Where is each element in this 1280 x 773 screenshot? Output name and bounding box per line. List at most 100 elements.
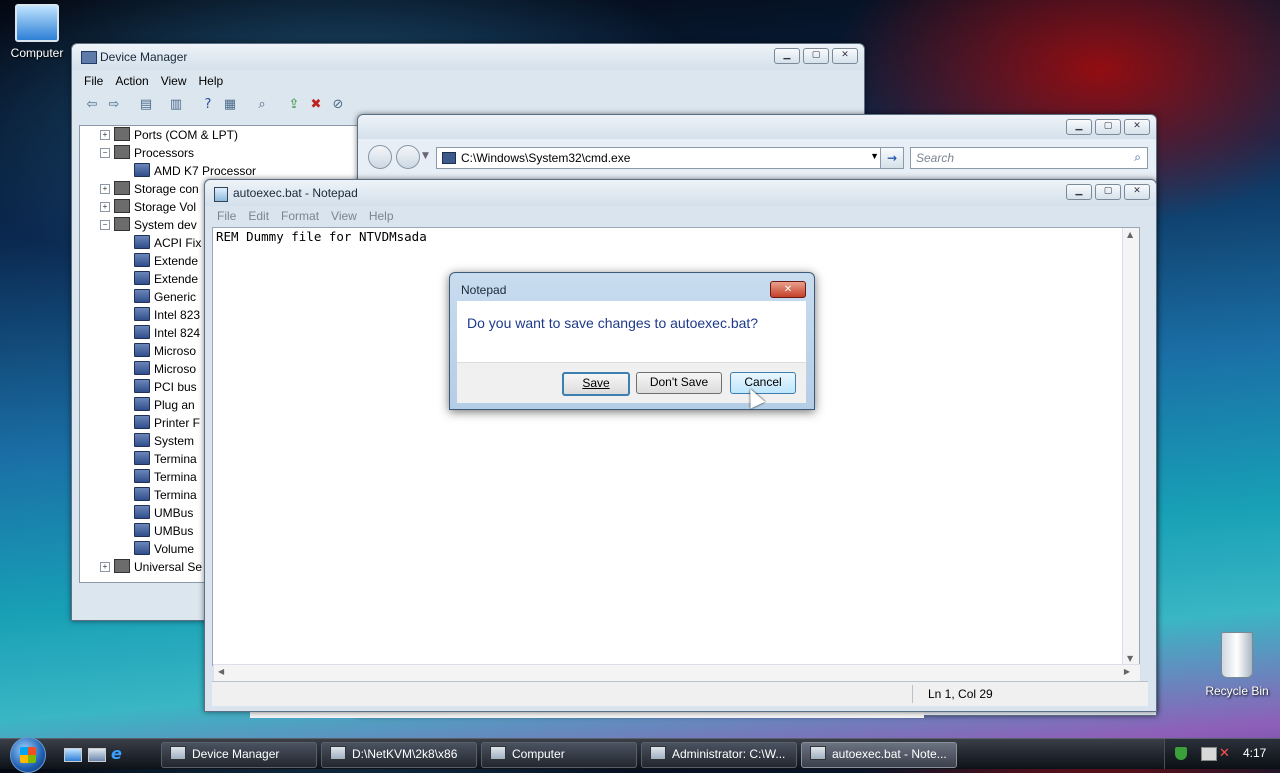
maximize-button[interactable]: ▢ [1095,184,1121,200]
scroll-right-icon[interactable]: ▶ [1124,667,1130,676]
close-button[interactable]: ✕ [1124,119,1150,135]
scroll-down-icon[interactable]: ▼ [1127,654,1133,663]
tree-device[interactable]: UMBus [134,522,193,540]
expand-icon[interactable]: + [100,184,110,194]
vertical-scrollbar[interactable]: ▲ ▼ [1122,228,1139,665]
menu-view[interactable]: View [161,74,187,88]
security-shield-icon[interactable] [1175,747,1187,760]
device-icon [134,361,150,375]
tree-category[interactable]: − Processors [100,144,194,162]
go-button[interactable]: → [880,147,904,169]
address-dropdown-icon[interactable]: ▼ [870,151,879,161]
close-button[interactable]: ✕ [1124,184,1150,200]
menu-help[interactable]: Help [199,74,224,88]
menu-action[interactable]: Action [115,74,148,88]
show-desktop-icon[interactable] [64,748,82,762]
computer-icon [15,4,59,42]
dont-save-button[interactable]: Don't Save [636,372,722,394]
expand-icon[interactable]: + [100,562,110,572]
network-icon[interactable] [1201,747,1217,761]
tree-device[interactable]: Printer F [134,414,200,432]
device-icon [134,271,150,285]
address-bar[interactable]: C:\Windows\System32\cmd.exe ▼ [436,147,886,169]
tree-device[interactable]: Termina [134,468,197,486]
minimize-button[interactable]: ▁ [1066,184,1092,200]
taskbar-button[interactable]: D:\NetKVM\2k8\x86 [321,742,477,768]
forward-arrow-icon[interactable]: ⇨ [106,98,122,112]
tree-device[interactable]: UMBus [134,504,193,522]
tree-device[interactable]: Volume [134,540,194,558]
close-button[interactable]: ✕ [832,48,858,64]
taskbar-button[interactable]: Device Manager [161,742,317,768]
disable-icon[interactable]: ⊘ [330,98,346,112]
scroll-up-icon[interactable]: ▲ [1127,230,1133,239]
device-manager-titlebar[interactable]: Device Manager ▁ ▢ ✕ [72,44,864,70]
minimize-button[interactable]: ▁ [1066,119,1092,135]
update-driver-icon[interactable]: ⇪ [286,98,302,112]
expand-icon[interactable]: + [100,202,110,212]
tree-device[interactable]: Intel 823 [134,306,200,324]
menu-help[interactable]: Help [369,209,394,223]
tree-device[interactable]: ACPI Fix [134,234,201,252]
menu-edit[interactable]: Edit [248,209,269,223]
tree-device[interactable]: Plug an [134,396,195,414]
tree-device[interactable]: Extende [134,270,198,288]
search-icon[interactable]: ⌕ [1134,150,1141,165]
forward-button[interactable] [396,145,420,169]
collapse-icon[interactable]: − [100,148,110,158]
internet-explorer-icon[interactable]: e [111,746,122,762]
tree-device[interactable]: Termina [134,450,197,468]
cancel-button[interactable]: Cancel [730,372,796,394]
horizontal-scrollbar[interactable]: ◀ ▶ [213,664,1141,682]
tree-category[interactable]: + Universal Se [100,558,202,576]
tree-device[interactable]: Generic [134,288,196,306]
uninstall-icon[interactable]: ✖ [308,98,324,112]
properties-icon[interactable]: ▤ [138,98,154,112]
expand-icon[interactable]: + [100,130,110,140]
tree-category[interactable]: − System dev [100,216,197,234]
menu-format[interactable]: Format [281,209,319,223]
notepad-titlebar[interactable]: autoexec.bat - Notepad ▁ ▢ ✕ [205,180,1156,206]
clock[interactable]: 4:17 [1243,746,1266,760]
dialog-close-button[interactable]: ✕ [770,281,806,298]
minimize-button[interactable]: ▁ [774,48,800,64]
taskbar-button[interactable]: Computer [481,742,637,768]
menu-view[interactable]: View [331,209,357,223]
tree-category[interactable]: + Storage con [100,180,199,198]
collapse-icon[interactable]: − [100,220,110,230]
tree-device[interactable]: Extende [134,252,198,270]
tree-device[interactable]: Intel 824 [134,324,200,342]
help-icon[interactable]: ? [200,98,216,112]
explorer-titlebar[interactable]: ▁ ▢ ✕ [358,115,1156,139]
tree-device[interactable]: Microso [134,360,196,378]
switch-windows-icon[interactable] [88,748,106,762]
back-button[interactable] [368,145,392,169]
search-input[interactable]: Search ⌕ [910,147,1148,169]
taskbar-button[interactable]: autoexec.bat - Note... [801,742,957,768]
maximize-button[interactable]: ▢ [1095,119,1121,135]
tree-item-label: Generic [154,290,197,304]
volume-muted-icon[interactable]: ✕ [1219,746,1230,761]
tree-device[interactable]: Microso [134,342,196,360]
recent-pages-chevron-icon[interactable]: ▼ [422,151,429,161]
menu-file[interactable]: File [217,209,236,223]
tree-device[interactable]: PCI bus [134,378,197,396]
taskbar-button[interactable]: Administrator: C:\W... [641,742,797,768]
tree-category[interactable]: + Ports (COM & LPT) [100,126,238,144]
tree-device[interactable]: Termina [134,486,197,504]
scan-hardware-icon[interactable]: ⌕ [254,98,270,112]
back-arrow-icon[interactable]: ⇦ [84,98,100,112]
scroll-left-icon[interactable]: ◀ [218,667,224,676]
desktop-recycle-bin[interactable]: Recycle Bin [1197,632,1277,698]
menu-file[interactable]: File [84,74,103,88]
tree-item-label: UMBus [154,506,194,520]
save-button[interactable]: Save [562,372,630,396]
tree-device[interactable]: System [134,432,194,450]
device-manager-app-icon [81,51,97,64]
desktop-computer-icon[interactable]: Computer [0,4,77,60]
maximize-button[interactable]: ▢ [803,48,829,64]
tree-category[interactable]: + Storage Vol [100,198,196,216]
view-icon[interactable]: ▦ [222,98,238,112]
console-tree-icon[interactable]: ▥ [168,98,184,112]
tree-device[interactable]: AMD K7 Processor [134,162,256,180]
